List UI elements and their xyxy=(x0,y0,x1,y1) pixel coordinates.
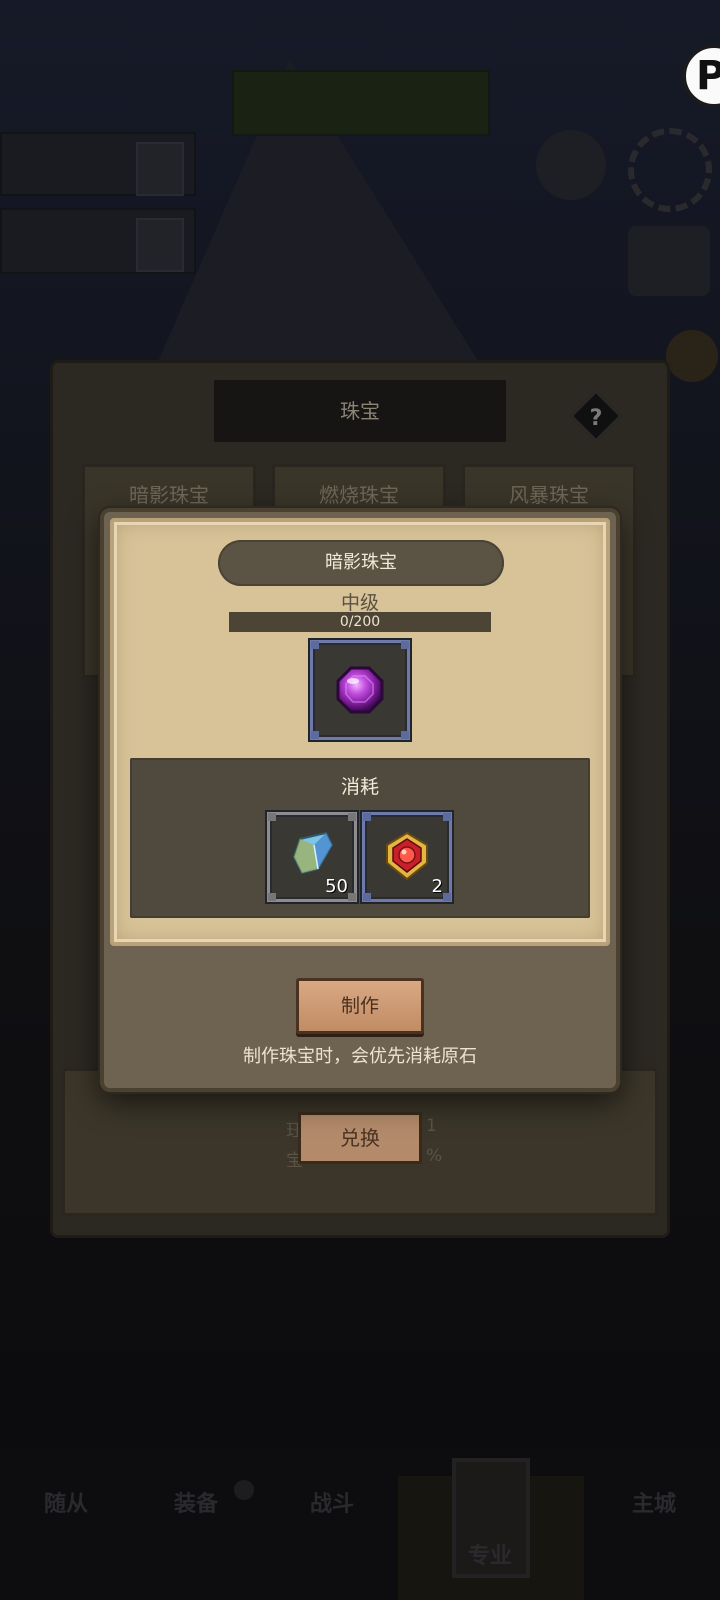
coin-icon[interactable] xyxy=(666,330,718,382)
bottom-nav xyxy=(0,1448,720,1600)
make-button[interactable]: 制作 xyxy=(296,978,424,1034)
lower-text-fragment: 1 xyxy=(426,1116,437,1136)
purple-gem-icon xyxy=(336,666,384,714)
cost-qty: 50 xyxy=(325,876,348,897)
tab-label: 风暴珠宝 xyxy=(509,483,589,507)
jewelry-panel-title: 珠宝 xyxy=(214,380,506,442)
quest-card-1-icon xyxy=(136,142,184,196)
nav-profession[interactable]: 专业 xyxy=(430,1538,550,1570)
level-label: 中级 xyxy=(340,592,379,614)
settings-gear-icon[interactable] xyxy=(628,128,712,212)
nav-battle[interactable]: 战斗 xyxy=(272,1486,392,1518)
quest-card-2-icon xyxy=(136,218,184,272)
quest-card-1[interactable] xyxy=(0,132,196,196)
cost-item-crystal[interactable]: 50 xyxy=(267,812,357,902)
craft-hint-text: 制作珠宝时，会优先消耗原石 xyxy=(243,1046,477,1067)
quest-card-2[interactable] xyxy=(0,208,196,274)
cost-qty: 2 xyxy=(431,876,443,897)
exchange-button[interactable]: 兑换 xyxy=(298,1112,422,1164)
progress-bar: 0/200 xyxy=(229,612,491,632)
cost-item-amulet[interactable]: 2 xyxy=(362,812,452,902)
nav-main-city[interactable]: 主城 xyxy=(594,1486,714,1518)
stage-banner[interactable] xyxy=(232,70,490,136)
nav-equipment[interactable]: 装备 xyxy=(136,1486,256,1518)
lower-text-fragment: % xyxy=(426,1146,443,1166)
tab-label: 燃烧珠宝 xyxy=(319,483,399,507)
tab-label: 暗影珠宝 xyxy=(129,483,209,507)
cost-title: 消耗 xyxy=(340,776,379,798)
progress-text: 0/200 xyxy=(339,614,381,630)
mail-scroll-icon[interactable] xyxy=(628,226,710,296)
event-icon[interactable] xyxy=(536,130,606,200)
result-gem-slot[interactable] xyxy=(310,640,410,740)
nav-followers[interactable]: 随从 xyxy=(6,1486,126,1518)
question-mark-icon: ? xyxy=(589,405,603,431)
gem-title: 暗影珠宝 xyxy=(218,540,504,586)
